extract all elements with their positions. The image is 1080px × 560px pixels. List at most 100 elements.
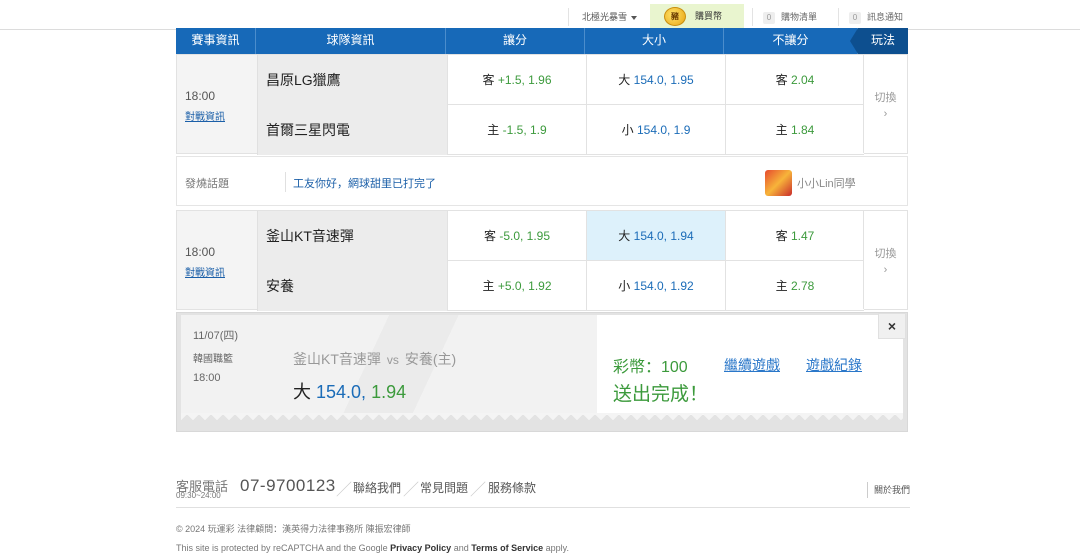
odds-value: 1.47 (791, 229, 815, 243)
divider: ／ (470, 482, 487, 499)
odds-prefix: 小 (618, 279, 631, 293)
buy-coins-button[interactable]: 豬 購買幣 (650, 4, 744, 29)
team-away: 昌原LG獵鷹 (257, 55, 447, 105)
odds-prefix: 客 (482, 73, 495, 87)
odds-value: +1.5, 1.96 (497, 73, 552, 87)
odds-prefix: 客 (775, 73, 788, 87)
odds-value: 154.0, 1.92 (633, 279, 694, 293)
match-info-link[interactable]: 對戰資訊 (185, 264, 225, 279)
cart-link[interactable]: 0 購物清單 (752, 8, 838, 26)
switch-label: 切換 (874, 92, 897, 104)
divider (285, 172, 286, 192)
receipt-status: 彩幣：100 送出完成！ 繼續遊戲 遊戲紀錄 (597, 315, 903, 415)
receipt-details: 11/07(四) 韓國職籃 18:00 釜山KT音速彈 vs 安養(主) 大 154… (181, 315, 597, 415)
contact-link[interactable]: 聯絡我們 (353, 479, 401, 496)
cart-count-badge: 0 (763, 12, 775, 24)
privacy-policy-link[interactable]: Privacy Policy (390, 543, 451, 553)
receipt-bet-odds: 1.94 (371, 382, 407, 402)
top-bar: 北極光暴雪 豬 購買幣 0 購物清單 0 訊息通知 (0, 0, 1080, 30)
odds-moneyline-away[interactable]: 客 1.47 (725, 211, 864, 261)
user-name: 北極光暴雪 (581, 12, 627, 22)
odds-total-under[interactable]: 小 154.0, 1.92 (586, 261, 725, 311)
service-hours: 09:30~24:00 (176, 491, 221, 500)
odds-moneyline-home[interactable]: 主 2.78 (725, 261, 864, 311)
odds-total-over[interactable]: 大 154.0, 1.95 (586, 55, 725, 105)
receipt-bet-type: 大 (293, 382, 311, 402)
receipt-bet-line: 154.0, (316, 382, 367, 402)
game-history-link[interactable]: 遊戲紀錄 (806, 355, 862, 375)
team-away: 釜山KT音速彈 (257, 211, 447, 261)
odds-moneyline-home[interactable]: 主 1.84 (725, 105, 864, 155)
header-total: 大小 (585, 28, 724, 54)
receipt-team-a: 釜山KT音速彈 (293, 351, 381, 367)
notifications-link[interactable]: 0 訊息通知 (838, 8, 910, 26)
buy-coins-label: 購買幣 (695, 11, 723, 21)
odds-prefix: 主 (775, 123, 788, 137)
service-phone: 07-9700123 (240, 476, 336, 495)
odds-spread-away[interactable]: 客 -5.0, 1.95 (447, 211, 586, 261)
topic-user-name[interactable]: 小小Lin同學 (797, 175, 856, 191)
odds-spread-home[interactable]: 主 +5.0, 1.92 (447, 261, 586, 311)
recaptcha-notice: This site is protected by reCAPTCHA and … (176, 543, 569, 553)
switch-button[interactable]: 切換 › (863, 211, 907, 309)
recaptcha-text: This site is protected by reCAPTCHA and … (176, 543, 388, 553)
receipt-league: 韓國職籃 (193, 354, 233, 365)
odds-value: -5.0, 1.95 (499, 229, 551, 243)
odds-prefix: 主 (487, 123, 500, 137)
faq-link[interactable]: 常見問題 (420, 479, 468, 496)
odds-spread-away[interactable]: 客 +1.5, 1.96 (447, 55, 586, 105)
topic-label: 發燒話題 (185, 178, 229, 190)
odds-value: 154.0, 1.9 (636, 123, 691, 137)
odds-value: 2.78 (791, 279, 815, 293)
switch-button[interactable]: 切換 › (863, 55, 907, 153)
recaptcha-apply: apply. (545, 543, 569, 553)
header-moneyline: 不讓分 (724, 28, 858, 54)
divider: ／ (336, 482, 353, 499)
chevron-right-icon: › (883, 108, 888, 120)
continue-game-link[interactable]: 繼續遊戲 (724, 355, 780, 375)
cart-label: 購物清單 (781, 12, 818, 22)
terms-of-service-link[interactable]: Terms of Service (471, 543, 543, 553)
bet-receipt: 11/07(四) 韓國職籃 18:00 釜山KT音速彈 vs 安養(主) 大 154… (176, 312, 908, 432)
team-home: 首爾三星閃電 (257, 105, 447, 155)
odds-prefix: 客 (775, 229, 788, 243)
header-spread: 讓分 (446, 28, 585, 54)
receipt-bet: 大 154.0, 1.94 (293, 378, 406, 404)
divider: ／ (403, 482, 420, 499)
receipt-date: 11/07(四) (193, 330, 239, 342)
odds-value: 154.0, 1.95 (633, 73, 694, 87)
receipt-status-text: 送出完成！ (613, 384, 709, 405)
receipt-vs: vs (386, 353, 399, 367)
odds-spread-home[interactable]: 主 -1.5, 1.9 (447, 105, 586, 155)
user-menu[interactable]: 北極光暴雪 (568, 8, 650, 26)
chevron-down-icon (631, 15, 637, 20)
header-play-tab[interactable]: 玩法 (850, 28, 908, 54)
odds-prefix: 大 (618, 229, 631, 243)
match-row: 18:00 對戰資訊 昌原LG獵鷹 首爾三星閃電 客 +1.5, 1.96 主 … (176, 54, 908, 155)
odds-total-over-selected[interactable]: 大 154.0, 1.94 (586, 211, 725, 261)
odds-value: 2.04 (791, 73, 815, 87)
odds-value: -1.5, 1.9 (502, 123, 547, 137)
receipt-team-b: 安養(主) (404, 351, 457, 367)
match-info-link[interactable]: 對戰資訊 (185, 108, 225, 123)
coin-icon: 豬 (664, 7, 686, 26)
odds-value: +5.0, 1.92 (497, 279, 552, 293)
odds-value: 1.84 (791, 123, 815, 137)
user-avatar-icon[interactable] (765, 170, 792, 196)
odds-total-under[interactable]: 小 154.0, 1.9 (586, 105, 725, 155)
odds-value: 154.0, 1.94 (633, 229, 694, 243)
odds-prefix: 主 (775, 279, 788, 293)
receipt-time: 18:00 (193, 372, 221, 384)
receipt-torn-edge (181, 413, 903, 423)
topic-message-link[interactable]: 工友你好，網球甜里已打完了 (293, 175, 436, 191)
copyright-text: © 2024 玩運彩 法律顧問：漢英得力法律事務所 陳振宏律師 (176, 524, 411, 534)
chevron-right-icon: › (883, 264, 888, 276)
notice-count-badge: 0 (849, 12, 861, 24)
about-link[interactable]: 關於我們 (866, 482, 910, 498)
receipt-matchup: 釜山KT音速彈 vs 安養(主) (293, 349, 456, 369)
close-icon[interactable]: × (878, 313, 906, 339)
terms-link[interactable]: 服務條款 (488, 479, 536, 496)
odds-moneyline-away[interactable]: 客 2.04 (725, 55, 864, 105)
team-home: 安養 (257, 261, 447, 311)
match-time: 18:00 (185, 89, 216, 103)
